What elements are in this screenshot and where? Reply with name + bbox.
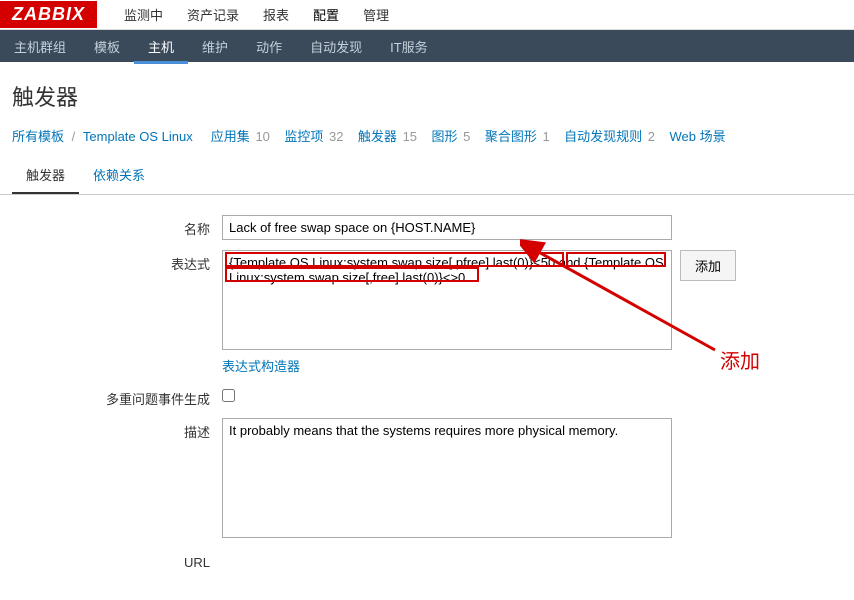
url-label: URL [12, 551, 222, 570]
subnav-actions[interactable]: 动作 [242, 29, 296, 64]
breadcrumb-triggers[interactable]: 触发器 [358, 129, 397, 144]
description-textarea[interactable] [222, 418, 672, 538]
expression-builder-link[interactable]: 表达式构造器 [222, 356, 300, 375]
breadcrumb-web[interactable]: Web 场景 [669, 129, 725, 144]
tabs: 触发器 依赖关系 [0, 157, 854, 195]
name-label: 名称 [12, 215, 222, 238]
breadcrumb-template[interactable]: Template OS Linux [83, 129, 193, 144]
subnav-hostgroups[interactable]: 主机群组 [0, 29, 80, 64]
subnav-hosts[interactable]: 主机 [134, 29, 188, 64]
expr-label: 表达式 [12, 250, 222, 273]
desc-label: 描述 [12, 418, 222, 441]
sub-nav: 主机群组 模板 主机 维护 动作 自动发现 IT服务 [0, 30, 854, 62]
trigger-form: 名称 表达式 添加 表达式构造器 多重问题事件生成 描述 UR [0, 195, 854, 600]
expression-textarea[interactable] [222, 250, 672, 350]
tab-trigger[interactable]: 触发器 [12, 157, 79, 194]
tab-dependencies[interactable]: 依赖关系 [79, 157, 159, 194]
topmenu-monitoring[interactable]: 监测中 [112, 0, 175, 30]
top-menu: 监测中 资产记录 报表 配置 管理 [112, 0, 401, 30]
topmenu-admin[interactable]: 管理 [351, 0, 401, 30]
page-title: 触发器 [0, 62, 854, 126]
topmenu-reports[interactable]: 报表 [251, 0, 301, 30]
subnav-templates[interactable]: 模板 [80, 29, 134, 64]
subnav-maintenance[interactable]: 维护 [188, 29, 242, 64]
name-input[interactable] [222, 215, 672, 240]
breadcrumb-discovery[interactable]: 自动发现规则 [564, 129, 642, 144]
breadcrumb-items[interactable]: 监控项 [284, 129, 323, 144]
subnav-itservices[interactable]: IT服务 [376, 29, 442, 64]
annotation-label: 添加 [720, 345, 760, 374]
breadcrumb-all-templates[interactable]: 所有模板 [12, 129, 64, 144]
subnav-discovery[interactable]: 自动发现 [296, 29, 376, 64]
topmenu-inventory[interactable]: 资产记录 [175, 0, 251, 30]
topmenu-config[interactable]: 配置 [301, 0, 351, 30]
breadcrumb-apps[interactable]: 应用集 [211, 129, 250, 144]
breadcrumb-graphs[interactable]: 图形 [431, 129, 457, 144]
logo: ZABBIX [0, 1, 97, 28]
multi-event-checkbox[interactable] [222, 389, 235, 402]
add-expression-button[interactable]: 添加 [680, 250, 736, 281]
multi-label: 多重问题事件生成 [12, 385, 222, 408]
breadcrumb: 所有模板 / Template OS Linux 应用集 10 监控项 32 触… [0, 126, 854, 157]
breadcrumb-screens[interactable]: 聚合图形 [485, 129, 537, 144]
